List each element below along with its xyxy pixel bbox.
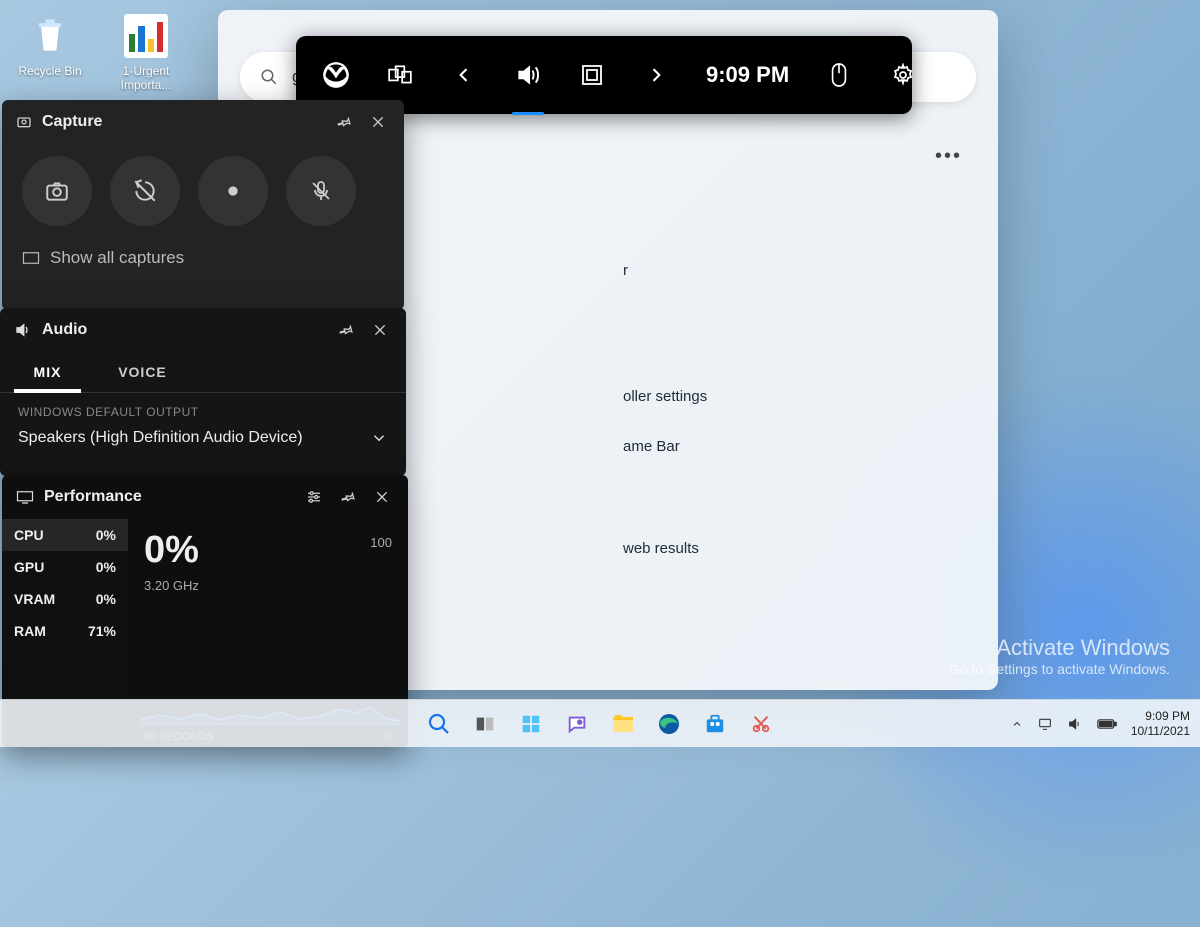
tab-mix[interactable]: MIX [0,352,95,392]
taskbar-search[interactable] [419,704,459,744]
nav-prev-button[interactable] [438,49,490,101]
output-section-label: WINDOWS DEFAULT OUTPUT [0,393,406,423]
desktop-icon-label: Recycle Bin [10,64,90,78]
perf-clock-speed: 3.20 GHz [144,578,392,593]
taskbar-snip[interactable] [741,704,781,744]
nav-next-button[interactable] [630,49,682,101]
perf-item-ram[interactable]: RAM71% [2,615,128,647]
show-all-captures-link[interactable]: Show all captures [2,234,404,268]
taskbar-chat[interactable] [557,704,597,744]
record-button[interactable] [198,156,268,226]
pin-button[interactable] [336,485,360,509]
screenshot-button[interactable] [22,156,92,226]
activation-watermark: Activate Windows Go to Settings to activ… [949,635,1170,677]
tray-chevron-icon[interactable] [1011,718,1023,730]
tray-network-icon[interactable] [1037,716,1053,732]
taskbar-edge[interactable] [649,704,689,744]
tray-battery-icon[interactable] [1097,718,1117,730]
watermark-title: Activate Windows [949,635,1170,661]
close-button[interactable] [368,318,392,342]
search-icon [260,68,278,86]
taskbar-taskview[interactable] [465,704,505,744]
taskbar-clock[interactable]: 9:09 PM 10/11/2021 [1131,709,1190,738]
result-fragment: ame Bar [623,438,680,455]
panel-title: Capture [42,113,322,131]
taskbar-time: 9:09 PM [1131,709,1190,723]
perf-item-cpu[interactable]: CPU0% [2,519,128,551]
taskbar-date: 10/11/2021 [1131,724,1190,738]
perf-current-value: 0% [144,529,392,572]
xbox-button[interactable] [310,49,362,101]
monitor-icon [16,490,34,504]
result-fragment: r [623,262,628,279]
taskbar-store[interactable] [695,704,735,744]
panel-title: Audio [42,321,324,339]
close-button[interactable] [370,485,394,509]
desktop-icon-recycle-bin[interactable]: Recycle Bin [10,12,90,78]
show-all-label: Show all captures [50,248,184,268]
speaker-icon [14,321,32,339]
audio-widget-button[interactable] [502,49,554,101]
taskbar-widgets[interactable] [511,704,551,744]
pin-button[interactable] [332,110,356,134]
capture-panel: Capture Show all captures [2,100,404,310]
tray-volume-icon[interactable] [1067,716,1083,732]
perf-scale-max: 100 [370,535,392,550]
chart-file-icon [122,12,170,60]
chevron-down-icon [370,429,388,447]
panel-title: Performance [44,488,292,506]
tab-voice[interactable]: VOICE [95,352,190,392]
output-device-dropdown[interactable]: Speakers (High Definition Audio Device) [0,423,406,461]
more-icon[interactable]: ••• [935,145,962,168]
perf-item-gpu[interactable]: GPU0% [2,551,128,583]
desktop-icon-urgent[interactable]: 1-Urgent Importa... [106,12,186,92]
options-button[interactable] [302,485,326,509]
audio-panel: Audio MIX VOICE WINDOWS DEFAULT OUTPUT S… [0,308,406,476]
pin-button[interactable] [334,318,358,342]
result-fragment: oller settings [623,388,707,405]
record-last-button[interactable] [110,156,180,226]
close-button[interactable] [366,110,390,134]
result-fragment: web results [623,540,699,557]
output-device-name: Speakers (High Definition Audio Device) [18,429,303,447]
mic-toggle-button[interactable] [286,156,356,226]
perf-item-vram[interactable]: VRAM0% [2,583,128,615]
performance-widget-button[interactable] [566,49,618,101]
watermark-sub: Go to Settings to activate Windows. [949,661,1170,677]
mouse-click-button[interactable] [813,49,865,101]
capture-icon [16,114,32,130]
taskbar: 9:09 PM 10/11/2021 [0,699,1200,747]
widgets-button[interactable] [374,49,426,101]
gamebar-clock: 9:09 PM [688,62,807,88]
taskbar-explorer[interactable] [603,704,643,744]
desktop-icon-label: 1-Urgent Importa... [106,64,186,92]
settings-button[interactable] [877,49,929,101]
recycle-bin-icon [26,12,74,60]
gallery-icon [22,251,40,265]
